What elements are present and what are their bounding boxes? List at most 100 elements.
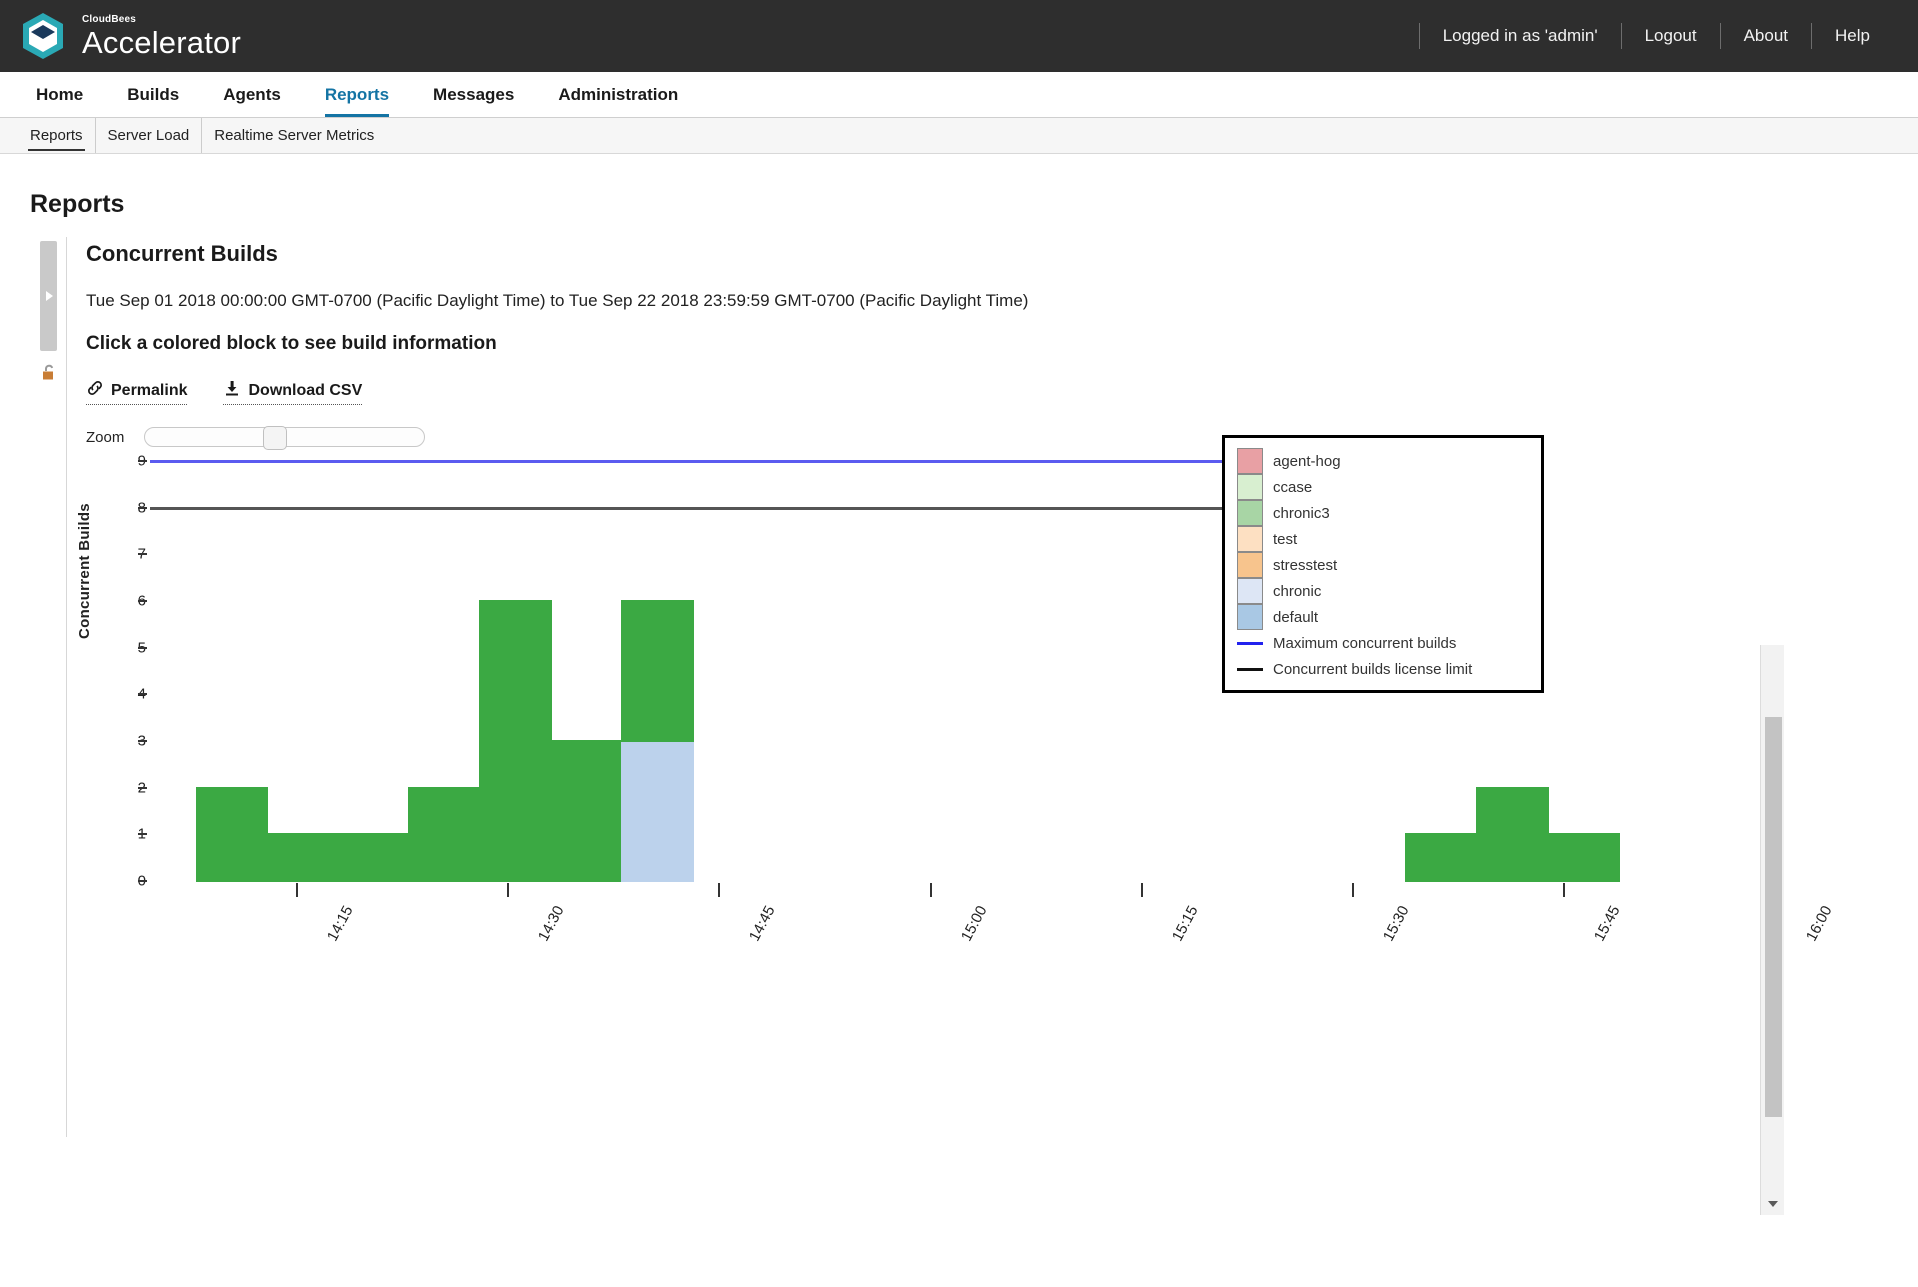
nav-item-builds[interactable]: Builds (105, 72, 201, 117)
chart-bar-segment[interactable] (408, 786, 482, 883)
subnav-item-reports[interactable]: Reports (18, 118, 95, 153)
help-link[interactable]: Help (1813, 22, 1892, 50)
zoom-slider[interactable] (144, 426, 426, 450)
permalink-label: Permalink (111, 381, 188, 399)
chart-bar-segment[interactable] (620, 600, 694, 742)
chart-bar-segment[interactable] (337, 833, 411, 882)
chart-legend: agent-hog ccase chronic3 test stresstest chro… (1222, 435, 1544, 693)
page-title: Reports (30, 190, 125, 218)
legend-item[interactable]: agent-hog (1237, 448, 1533, 474)
download-csv-link[interactable]: Download CSV (223, 379, 363, 405)
legend-label: chronic (1273, 582, 1322, 600)
sidebar-expand-handle[interactable] (40, 241, 57, 351)
y-axis-tick-mark (138, 786, 147, 789)
legend-item[interactable]: ccase (1237, 474, 1533, 500)
chart-date-range: Tue Sep 01 2018 00:00:00 GMT-0700 (Pacif… (86, 291, 1029, 310)
chart-bar-segment[interactable] (1405, 833, 1479, 882)
legend-item[interactable]: chronic3 (1237, 500, 1533, 526)
top-bar: CloudBees Accelerator Logged in as 'admi… (0, 0, 1918, 72)
chart-bar-segment[interactable] (1476, 786, 1549, 883)
zoom-control: Zoom (86, 426, 1918, 450)
x-axis-tick-mark (1140, 883, 1143, 897)
x-axis-tick-label: 15:30 (1380, 903, 1413, 945)
y-axis-tick-mark (138, 646, 147, 649)
x-axis-tick-mark (929, 883, 932, 897)
x-axis-tick-label: 14:15 (323, 903, 357, 945)
legend-line-list: Maximum concurrent builds Concurrent buil… (1237, 630, 1533, 682)
scroll-down-icon[interactable] (1761, 1193, 1785, 1215)
x-axis-tick-mark (1563, 883, 1566, 897)
subnav-item-realtime-metrics[interactable]: Realtime Server Metrics (201, 118, 386, 153)
nav-item-agents[interactable]: Agents (201, 72, 303, 117)
nav-item-reports[interactable]: Reports (303, 72, 411, 117)
legend-swatch (1237, 500, 1263, 526)
zoom-label: Zoom (86, 428, 125, 446)
chart-bar-segment[interactable] (266, 833, 340, 882)
chart-area: Concurrent Builds 012345678914:1514:3014… (76, 453, 1918, 1001)
brand-subtitle: CloudBees (82, 13, 137, 25)
legend-item[interactable]: Concurrent builds license limit (1237, 656, 1533, 682)
y-axis-tick-mark (138, 740, 147, 742)
legend-label: agent-hog (1273, 452, 1341, 470)
x-axis-tick-label: 14:45 (746, 903, 779, 945)
zoom-slider-thumb[interactable] (263, 426, 288, 450)
cloudbees-hexagon-icon (18, 11, 68, 61)
vertical-scrollbar-thumb[interactable] (1765, 717, 1782, 1117)
sub-navigation: Reports Server Load Realtime Server Metr… (0, 118, 1918, 154)
legend-item[interactable]: Maximum concurrent builds (1237, 630, 1533, 656)
legend-label: test (1273, 530, 1298, 548)
nav-item-home[interactable]: Home (14, 72, 105, 117)
legend-item[interactable]: stresstest (1237, 552, 1533, 578)
permalink-link[interactable]: Permalink (86, 379, 188, 405)
chart-bar-segment[interactable] (479, 600, 552, 882)
legend-line-swatch (1237, 641, 1263, 645)
divider (1418, 23, 1420, 49)
x-axis-tick-label: 15:00 (957, 903, 991, 945)
divider (1620, 23, 1622, 49)
logout-link[interactable]: Logout (1623, 22, 1719, 50)
legend-swatch (1237, 552, 1263, 578)
y-axis-tick-mark (138, 833, 147, 836)
legend-label: default (1273, 608, 1319, 626)
x-axis-tick-label: 14:30 (534, 903, 568, 945)
legend-class-list: agent-hog ccase chronic3 test stresstest chro… (1237, 448, 1533, 630)
y-axis-tick-mark (138, 460, 147, 462)
chart-title: Concurrent Builds (86, 241, 278, 266)
legend-item[interactable]: default (1237, 604, 1533, 630)
account-nav: Logged in as 'admin' Logout About Help (1418, 22, 1892, 50)
legend-label: ccase (1273, 478, 1313, 496)
y-axis-label: Concurrent Builds (76, 503, 93, 639)
chart-bar-segment[interactable] (1546, 833, 1620, 882)
y-axis-tick-mark (138, 880, 147, 882)
brand-title: Accelerator (82, 24, 241, 60)
x-axis-tick-label: 15:45 (1591, 903, 1624, 945)
legend-item[interactable]: chronic (1237, 578, 1533, 604)
chart-bar-segment[interactable] (195, 786, 269, 883)
legend-item[interactable]: test (1237, 526, 1533, 552)
legend-swatch (1237, 604, 1263, 630)
chart-bar-segment[interactable] (549, 740, 623, 882)
subnav-item-server-load[interactable]: Server Load (94, 118, 202, 153)
chart-panel: Concurrent Builds Tue Sep 01 2018 00:00:… (76, 241, 1918, 1001)
x-axis-tick-mark (507, 883, 510, 897)
x-axis-tick-mark (1352, 883, 1355, 897)
chart-click-hint: Click a colored block to see build infor… (86, 333, 497, 354)
about-link[interactable]: About (1722, 22, 1810, 50)
report-content: Concurrent Builds Tue Sep 01 2018 00:00:… (0, 237, 1918, 1215)
y-axis-tick-mark (138, 506, 147, 509)
chevron-right-icon (44, 289, 54, 303)
nav-item-messages[interactable]: Messages (411, 72, 536, 117)
link-icon (86, 379, 104, 402)
vertical-scrollbar[interactable] (1760, 645, 1784, 1215)
legend-label: Concurrent builds license limit (1273, 660, 1473, 678)
legend-label: chronic3 (1273, 504, 1330, 522)
legend-swatch (1237, 474, 1263, 500)
unlock-icon[interactable] (41, 363, 57, 388)
nav-item-administration[interactable]: Administration (536, 72, 700, 117)
download-csv-label: Download CSV (248, 381, 363, 399)
y-axis-tick-mark (138, 553, 147, 556)
y-axis-tick-mark (138, 600, 147, 602)
brand: CloudBees Accelerator (18, 11, 241, 61)
legend-label: stresstest (1273, 556, 1338, 574)
chart-bar-segment[interactable] (620, 740, 694, 882)
